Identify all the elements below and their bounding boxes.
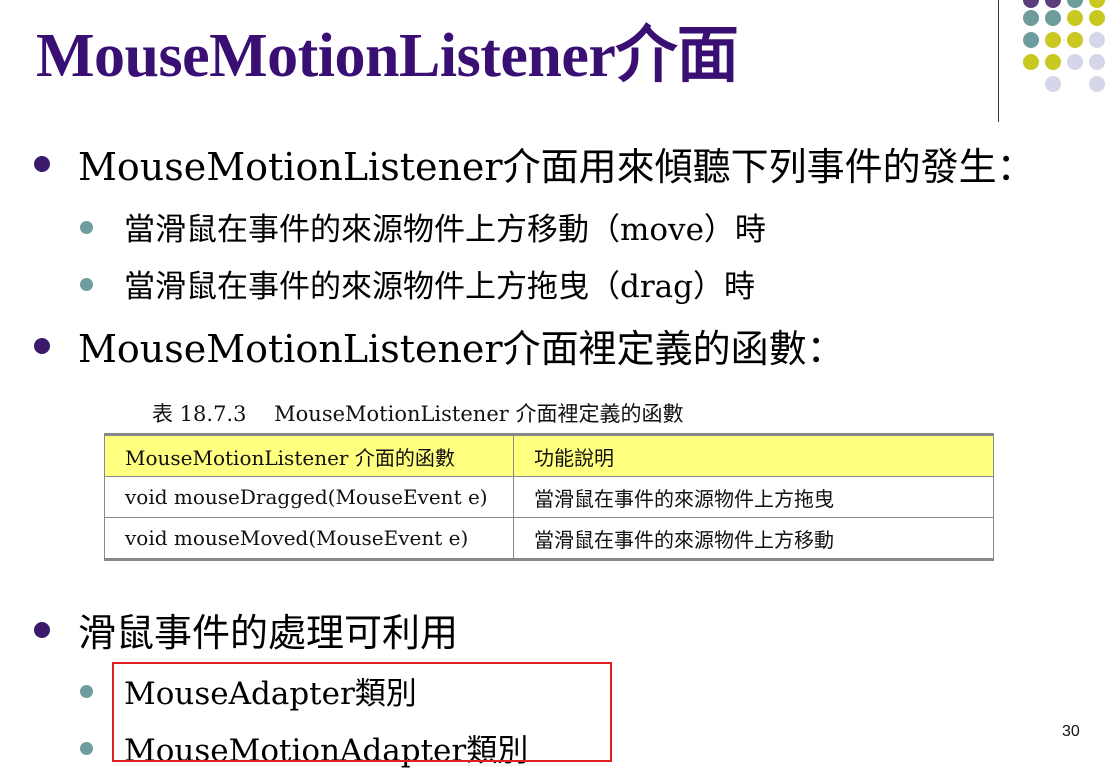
- table-cell: void mouseDragged(MouseEvent e): [104, 476, 514, 518]
- table-header-cell: MouseMotionListener 介面的函數: [104, 433, 514, 477]
- deco-dot: [1089, 76, 1105, 92]
- deco-dot: [1023, 10, 1039, 26]
- decoration-line: [998, 0, 999, 122]
- bullet-move-event: 當滑鼠在事件的來源物件上方移動（move）時: [80, 204, 766, 249]
- bullet-text: MouseMotionListener介面用來傾聽下列事件的發生：: [78, 145, 1035, 189]
- bullet-text: MouseMotionListener介面裡定義的函數：: [78, 327, 845, 371]
- methods-table: MouseMotionListener 介面的函數 功能說明 void mous…: [104, 433, 994, 561]
- bullet-dot-icon: [80, 741, 93, 755]
- deco-dot: [1089, 32, 1105, 48]
- bullet-text: 當滑鼠在事件的來源物件上方移動（move）時: [124, 212, 766, 248]
- deco-dot: [1067, 10, 1083, 26]
- deco-dot: [1045, 76, 1061, 92]
- deco-dot: [1089, 54, 1105, 70]
- deco-dot: [1023, 54, 1039, 70]
- deco-dot: [1067, 32, 1083, 48]
- bullet-dot-icon: [80, 220, 93, 234]
- bullet-drag-event: 當滑鼠在事件的來源物件上方拖曳（drag）時: [80, 261, 755, 306]
- bullet-dot-icon: [80, 277, 93, 291]
- deco-dot: [1089, 0, 1105, 8]
- deco-dot: [1067, 54, 1083, 70]
- table-row: void mouseMoved(MouseEvent e) 當滑鼠在事件的來源物…: [104, 517, 994, 561]
- deco-dot: [1045, 32, 1061, 48]
- deco-dot: [1045, 0, 1061, 8]
- page-number: 30: [1062, 723, 1080, 740]
- bullet-text: 滑鼠事件的處理可利用: [78, 611, 459, 655]
- deco-dot: [1023, 0, 1039, 8]
- table-cell: 當滑鼠在事件的來源物件上方拖曳: [513, 476, 994, 518]
- highlight-box: [112, 662, 612, 762]
- deco-dot: [1089, 10, 1105, 26]
- slide-title: MouseMotionListener介面: [36, 22, 739, 90]
- bullet-dot-icon: [80, 684, 93, 698]
- bullet-text: 當滑鼠在事件的來源物件上方拖曳（drag）時: [124, 269, 755, 305]
- bullet-listener-intro: MouseMotionListener介面用來傾聽下列事件的發生：: [34, 136, 1035, 191]
- bullet-methods-intro: MouseMotionListener介面裡定義的函數：: [34, 318, 845, 373]
- table-cell: void mouseMoved(MouseEvent e): [104, 517, 514, 561]
- table-row: void mouseDragged(MouseEvent e) 當滑鼠在事件的來…: [104, 476, 994, 518]
- table-header-row: MouseMotionListener 介面的函數 功能說明: [104, 433, 994, 477]
- bullet-adapters-intro: 滑鼠事件的處理可利用: [34, 602, 459, 657]
- deco-dot: [1045, 54, 1061, 70]
- bullet-dot-icon: [34, 621, 50, 638]
- deco-dot: [1067, 0, 1083, 8]
- table-cell: 當滑鼠在事件的來源物件上方移動: [513, 517, 994, 561]
- deco-dot: [1023, 32, 1039, 48]
- table-caption: 表 18.7.3 MouseMotionListener 介面裡定義的函數: [152, 402, 684, 426]
- deco-dot: [1045, 10, 1061, 26]
- table-header-cell: 功能說明: [513, 433, 994, 477]
- bullet-dot-icon: [34, 337, 50, 354]
- bullet-dot-icon: [34, 155, 50, 172]
